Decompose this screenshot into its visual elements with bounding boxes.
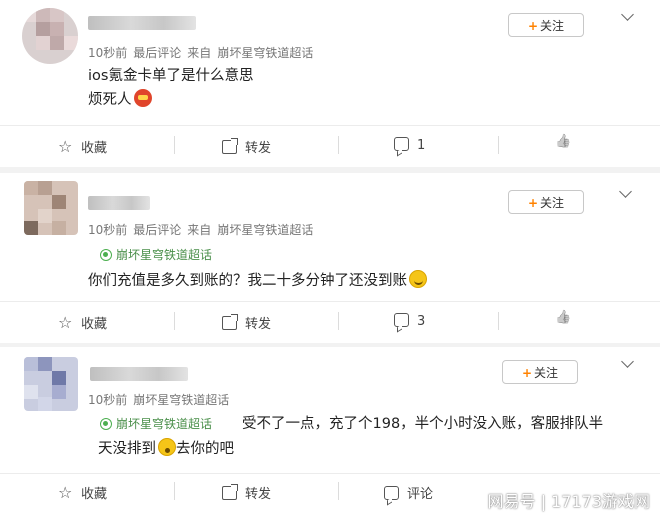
- divider: [174, 312, 175, 330]
- repost-icon: [222, 138, 238, 154]
- favorite-button[interactable]: 收藏: [58, 483, 107, 502]
- plus-icon: +: [521, 366, 533, 380]
- timestamp: 10秒前: [88, 393, 128, 407]
- star-icon: [58, 483, 73, 502]
- repost-button[interactable]: 转发: [222, 313, 271, 332]
- post-meta: 10秒前 最后评论 来自 崩坏星穹铁道超话: [88, 221, 319, 238]
- comment-icon: [394, 137, 409, 151]
- repost-icon: [222, 484, 238, 500]
- comment-button[interactable]: 3: [394, 313, 425, 329]
- content-line: 烦死人: [88, 88, 253, 112]
- source-link[interactable]: 崩坏星穹铁道超话: [217, 223, 313, 237]
- topic-link[interactable]: 崩坏星穹铁道超话: [100, 246, 212, 263]
- avatar[interactable]: [24, 181, 78, 235]
- username[interactable]: [88, 196, 150, 210]
- comment-button[interactable]: 1: [394, 137, 425, 153]
- post-card: 10秒前 最后评论 来自 崩坏星穹铁道超话 ios氪金卡单了是什么意思 烦死人 + 关注…: [0, 0, 660, 167]
- chevron-down-icon[interactable]: [619, 185, 632, 198]
- repost-button[interactable]: 转发: [222, 483, 271, 502]
- avatar[interactable]: [22, 8, 78, 64]
- star-icon: [58, 137, 73, 156]
- repost-button[interactable]: 转发: [222, 137, 271, 156]
- post-meta: 10秒前 最后评论 来自 崩坏星穹铁道超话: [88, 44, 319, 61]
- chevron-down-icon[interactable]: [621, 355, 634, 368]
- divider: [0, 125, 660, 126]
- last-comment-label: 最后评论: [133, 46, 182, 60]
- post-content: 你们充值是多久到账的？我二十多分钟了还没到账: [88, 269, 427, 293]
- source-prefix: 来自: [187, 223, 212, 237]
- like-icon: [555, 313, 570, 327]
- shocked-emoji-icon: [158, 438, 176, 456]
- divider: [338, 312, 339, 330]
- favorite-button[interactable]: 收藏: [58, 313, 107, 332]
- like-button[interactable]: [555, 137, 578, 153]
- post-content: ios氪金卡单了是什么意思 烦死人: [88, 64, 253, 112]
- divider: [0, 301, 660, 302]
- plus-icon: +: [527, 19, 539, 33]
- timestamp: 10秒前: [88, 223, 128, 237]
- divider: [498, 312, 499, 330]
- like-button[interactable]: [555, 313, 578, 329]
- topic-link[interactable]: 崩坏星穹铁道超话: [100, 415, 212, 432]
- grin-emoji-icon: [409, 270, 427, 288]
- divider: [498, 136, 499, 154]
- follow-button[interactable]: + 关注: [508, 13, 584, 37]
- watermark: 网易号 | 17173游戏网: [487, 492, 650, 511]
- topic-icon: [100, 418, 112, 430]
- comment-icon: [394, 313, 409, 327]
- follow-button[interactable]: + 关注: [502, 360, 578, 384]
- favorite-button[interactable]: 收藏: [58, 137, 107, 156]
- username[interactable]: [90, 367, 188, 381]
- divider: [174, 136, 175, 154]
- topic-icon: [100, 249, 112, 261]
- divider: [338, 136, 339, 154]
- repost-icon: [222, 314, 238, 330]
- timestamp: 10秒前: [88, 46, 128, 60]
- divider: [0, 473, 660, 474]
- like-icon: [555, 137, 570, 151]
- post-content: 天没排到 去你的吧: [98, 437, 234, 461]
- comment-icon: [384, 486, 399, 500]
- divider: [174, 482, 175, 500]
- angry-emoji-icon: [133, 89, 152, 107]
- content-line: ios氪金卡单了是什么意思: [88, 68, 254, 84]
- star-icon: [58, 313, 73, 332]
- chevron-down-icon[interactable]: [621, 8, 634, 21]
- comment-button[interactable]: 评论: [384, 483, 433, 502]
- source-link[interactable]: 崩坏星穹铁道超话: [133, 393, 229, 407]
- username[interactable]: [88, 16, 196, 30]
- source-prefix: 来自: [187, 46, 212, 60]
- last-comment-label: 最后评论: [133, 223, 182, 237]
- avatar[interactable]: [24, 357, 78, 411]
- post-content: 受不了一点，充了个198，半个小时没入账，客服排队半: [242, 416, 604, 432]
- source-link[interactable]: 崩坏星穹铁道超话: [217, 46, 313, 60]
- post-card: 10秒前 最后评论 来自 崩坏星穹铁道超话 崩坏星穹铁道超话 你们充值是多久到账的？我…: [0, 173, 660, 343]
- post-meta: 10秒前 崩坏星穹铁道超话: [88, 391, 235, 408]
- follow-button[interactable]: + 关注: [508, 190, 584, 214]
- plus-icon: +: [527, 196, 539, 210]
- divider: [338, 482, 339, 500]
